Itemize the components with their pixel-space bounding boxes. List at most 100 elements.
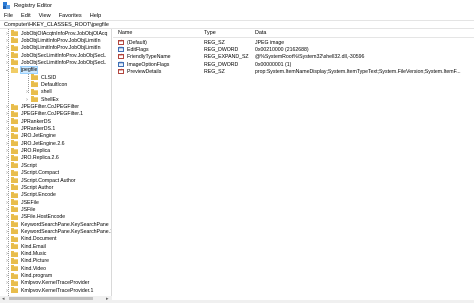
- tree-item[interactable]: › Kind.Email: [4, 243, 46, 250]
- tree-item[interactable]: › JSFile: [4, 206, 35, 213]
- expand-arrow-icon[interactable]: ›: [4, 155, 10, 161]
- tree-item-label: Kind.Email: [21, 243, 46, 250]
- expand-arrow-icon[interactable]: ›: [4, 133, 10, 139]
- tree-item[interactable]: › JRO.JetEngine.2.6: [4, 140, 65, 147]
- tree-item[interactable]: › JobObjSecLimitInfoProv.JobObjSecL: [4, 52, 106, 59]
- expand-arrow-icon[interactable]: ›: [24, 89, 30, 95]
- expand-arrow-icon[interactable]: ›: [4, 244, 10, 250]
- expand-arrow-icon[interactable]: ›: [4, 38, 10, 44]
- tree-item[interactable]: › JPRankerDS.1: [4, 125, 55, 133]
- tree-item[interactable]: › Kind.Document: [4, 235, 56, 243]
- folder-icon: [11, 191, 18, 198]
- tree-item[interactable]: CLSID: [24, 74, 56, 81]
- expand-arrow-icon[interactable]: ›: [4, 148, 10, 154]
- value-row[interactable]: ImageOptionFlags REG_DWORD 0x00000001 (1): [113, 61, 474, 69]
- value-type: REG_SZ: [204, 68, 225, 75]
- tree-item[interactable]: › JobObjSecLimitInfoProv.JobObjSecL: [4, 59, 106, 66]
- tree-item[interactable]: › JRO.Replica: [4, 147, 50, 155]
- column-data[interactable]: Data: [255, 30, 266, 36]
- expand-arrow-icon[interactable]: ›: [4, 207, 10, 213]
- tree-item[interactable]: › JPRankerDS: [4, 118, 51, 125]
- expand-arrow-icon[interactable]: ›: [4, 119, 10, 125]
- menu-favorites[interactable]: Favorites: [59, 13, 82, 19]
- tree-item[interactable]: › JobObjOIAcqtnInfoProv.JobObjOIAcq: [4, 30, 107, 37]
- value-row[interactable]: (Default) REG_SZ JPEG image: [113, 39, 474, 47]
- expand-arrow-icon[interactable]: ›: [4, 222, 10, 228]
- tree-item[interactable]: › Kind.Video: [4, 265, 46, 272]
- tree-item[interactable]: DefaultIcon: [24, 81, 67, 88]
- tree-item[interactable]: › JPEGFilter.CoJPEGFilter: [4, 103, 79, 111]
- menu-help[interactable]: Help: [90, 13, 102, 19]
- expand-arrow-icon[interactable]: ›: [4, 266, 10, 272]
- tree-item[interactable]: › JScript.Encode: [4, 191, 56, 199]
- expand-arrow-icon[interactable]: ›: [4, 31, 10, 37]
- tree-item[interactable]: › JScript Author: [4, 184, 53, 191]
- expand-arrow-icon[interactable]: ›: [4, 53, 10, 59]
- expand-arrow-icon[interactable]: ›: [4, 60, 10, 66]
- column-type[interactable]: Type: [204, 30, 216, 36]
- expand-arrow-icon[interactable]: ›: [4, 251, 10, 257]
- tree-item[interactable]: › JScript: [4, 162, 37, 169]
- expand-arrow-icon[interactable]: ›: [4, 258, 10, 264]
- expand-arrow-icon[interactable]: ›: [4, 192, 10, 198]
- tree-item[interactable]: › ShellEx: [24, 96, 59, 103]
- expand-arrow-icon[interactable]: ›: [4, 104, 10, 110]
- tree-item[interactable]: › JRO.Replica.2.6: [4, 154, 59, 162]
- expand-arrow-icon[interactable]: ›: [4, 45, 10, 51]
- expand-arrow-icon[interactable]: ›: [4, 273, 10, 279]
- tree-item[interactable]: › JobObjLimitInfoProv.JobObjLimitIn: [4, 44, 100, 52]
- menu-view[interactable]: View: [39, 13, 51, 19]
- folder-icon: [11, 44, 18, 51]
- tree-item[interactable]: › JobObjLimitInfoProv.JobObjLimitIn: [4, 37, 100, 44]
- tree-item[interactable]: › KeywordSearchPane.KeySearchPane: [4, 221, 109, 228]
- tree-item[interactable]: › KeywordSearchPane.KeySearchPane.1: [4, 228, 112, 235]
- tree-item[interactable]: › JSFile.HostEncode: [4, 213, 65, 221]
- expand-arrow-icon[interactable]: ›: [4, 170, 10, 176]
- tree-item[interactable]: › Kind.program: [4, 272, 52, 280]
- tree-item[interactable]: › Kind.Picture: [4, 257, 49, 265]
- expand-arrow-icon[interactable]: ›: [4, 229, 10, 235]
- address-bar[interactable]: Computer\HKEY_CLASSES_ROOT\jpegfile: [0, 20, 474, 29]
- menu-edit[interactable]: Edit: [21, 13, 31, 19]
- value-row[interactable]: PreviewDetails REG_SZ prop:System.ItemName…: [113, 68, 474, 76]
- tree-item-label: DefaultIcon: [41, 81, 68, 88]
- menu-file[interactable]: File: [4, 13, 13, 19]
- expand-arrow-icon[interactable]: ›: [4, 214, 10, 220]
- tree-item[interactable]: › Kmlpvov.KernelTraceProvider.1: [4, 287, 93, 294]
- value-row[interactable]: FriendlyTypeName REG_EXPAND_SZ @%SystemRoo…: [113, 53, 474, 61]
- expand-arrow-icon[interactable]: ›: [4, 200, 10, 206]
- expand-arrow-icon[interactable]: ›: [4, 111, 10, 117]
- expand-arrow-icon[interactable]: ›: [24, 97, 30, 103]
- expand-arrow-icon[interactable]: ›: [4, 126, 10, 132]
- folder-icon: [11, 243, 18, 250]
- registry-key-tree[interactable]: › JobObjOIAcqtnInfoProv.JobObjOIAcq › JobOb…: [0, 29, 112, 300]
- expand-arrow-icon[interactable]: ›: [4, 141, 10, 147]
- expand-arrow-icon[interactable]: ›: [4, 288, 10, 294]
- tree-item-label: Kind.Music: [21, 251, 47, 257]
- tree-item-label: jpegfile: [19, 66, 39, 75]
- column-name[interactable]: Name: [118, 30, 132, 36]
- tree-item[interactable]: › JSEFile: [4, 199, 39, 206]
- expand-arrow-icon[interactable]: ›: [4, 236, 10, 242]
- expand-arrow-icon[interactable]: ›: [4, 178, 10, 184]
- folder-icon: [11, 287, 18, 294]
- value-type: REG_DWORD: [204, 47, 239, 54]
- expand-arrow-icon[interactable]: ›: [4, 185, 10, 191]
- tree-item[interactable]: › JScript.Compact: [4, 169, 59, 177]
- tree-item[interactable]: › JScript.Compact Author: [4, 177, 76, 184]
- collapse-arrow-icon[interactable]: ⌄: [4, 67, 10, 73]
- tree-item-label: JScript.Encode: [21, 192, 56, 199]
- expand-arrow-icon[interactable]: ›: [4, 163, 10, 169]
- tree-item[interactable]: › JRO.JetEngine: [4, 132, 56, 140]
- tree-item[interactable]: › JPEGFilter.CoJPEGFilter.1: [4, 110, 83, 118]
- address-path[interactable]: Computer\HKEY_CLASSES_ROOT\jpegfile: [4, 22, 109, 28]
- tree-item[interactable]: › Kmlpvov.KernelTraceProvider: [4, 279, 89, 287]
- tree-item[interactable]: › shell: [24, 88, 52, 96]
- value-row[interactable]: EditFlags REG_DWORD 0x00210000 (2162688): [113, 46, 474, 54]
- tree-item-label: KeywordSearchPane.KeySearchPane.1: [21, 228, 112, 235]
- tree-item[interactable]: › Kind.Music: [4, 250, 47, 258]
- values-pane[interactable]: Name Type Data (Default) REG_SZ JPEG image…: [113, 29, 474, 300]
- tree-item[interactable]: ⌄ jpegfile: [4, 66, 39, 75]
- expand-arrow-icon[interactable]: ›: [4, 280, 10, 286]
- window-title: Registry Editor: [14, 2, 53, 9]
